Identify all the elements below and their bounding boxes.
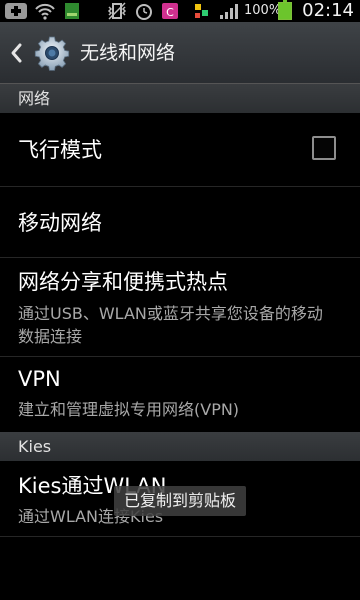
item-title: 网络分享和便携式热点 (18, 270, 228, 294)
action-bar: 无线和网络 (0, 22, 360, 84)
section-header-network: 网络 (0, 84, 360, 113)
item-title: VPN (18, 367, 61, 391)
list-item-airplane-mode[interactable]: 飞行模式 (0, 113, 360, 187)
gear-icon[interactable] (34, 35, 70, 71)
section-header-kies: Kies (0, 432, 360, 461)
app-notification-icon: C (162, 3, 178, 19)
add-icon (5, 3, 27, 19)
signal-icon (220, 4, 238, 19)
item-title: 移动网络 (18, 211, 102, 235)
screen: C 100% 02:14 无线和网络 网络 飞行模式 移动网络 网络分享和便携式… (0, 0, 360, 600)
section-header-label: 网络 (18, 89, 51, 108)
usb-icon (195, 4, 208, 18)
page-title: 无线和网络 (80, 42, 176, 64)
battery-icon (278, 0, 292, 20)
toast-notification: 已复制到剪贴板 (114, 486, 246, 516)
alarm-icon (136, 4, 152, 20)
list-item-tethering-hotspot[interactable]: 网络分享和便携式热点 通过USB、WLAN或蓝牙共享您设备的移动数据连接 (0, 258, 360, 357)
list-item-vpn[interactable]: VPN 建立和管理虚拟专用网络(VPN) (0, 357, 360, 432)
section-header-label: Kies (18, 437, 52, 456)
toast-text: 已复制到剪贴板 (123, 491, 236, 510)
clock: 02:14 (302, 0, 354, 21)
item-summary: 建立和管理虚拟专用网络(VPN) (18, 400, 240, 419)
wifi-icon (35, 3, 55, 20)
airplane-mode-checkbox[interactable] (312, 136, 336, 160)
svg-text:C: C (166, 6, 174, 19)
battery-percent: 100% (244, 3, 282, 18)
list-item-mobile-network[interactable]: 移动网络 (0, 187, 360, 258)
sim-card-icon (65, 3, 79, 19)
item-summary: 通过USB、WLAN或蓝牙共享您设备的移动数据连接 (18, 304, 323, 346)
item-title: 飞行模式 (18, 138, 102, 162)
vibrate-icon (107, 2, 127, 20)
chevron-left-icon[interactable] (8, 41, 24, 65)
status-bar: C 100% 02:14 (0, 0, 360, 22)
